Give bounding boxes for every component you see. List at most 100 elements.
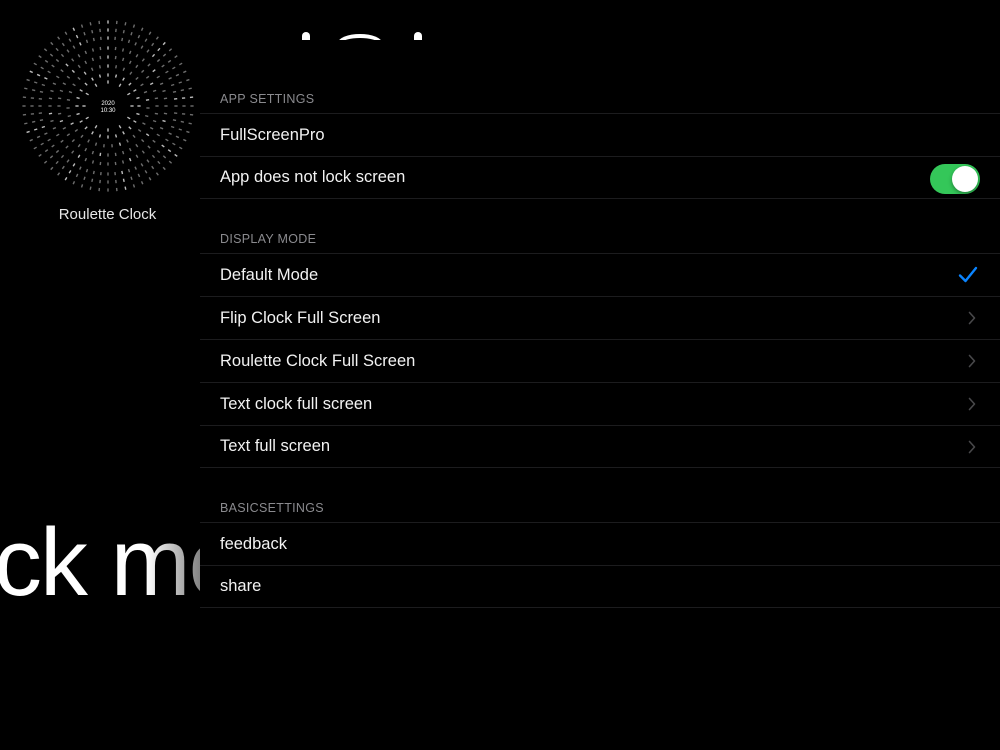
dial-tick [76,96,80,100]
dial-tick [77,76,81,81]
dial-tick [152,69,156,73]
dial-tick [94,142,98,146]
row-share[interactable]: share [200,565,1000,608]
dial-tick [70,122,74,125]
dial-tick [59,89,64,93]
dial-tick [168,132,172,135]
dial-tick [148,177,152,181]
dial-tick [77,154,81,158]
dial-tick [180,120,185,123]
dial-tick [41,83,46,87]
dial-tick [132,184,136,188]
row-text-clock-full-screen[interactable]: Text clock full screen [200,382,1000,425]
dial-tick [181,113,186,115]
dial-tick [72,180,76,185]
row-default-mode[interactable]: Default Mode [200,253,1000,296]
dial-tick [24,122,28,125]
lock-screen-toggle[interactable] [930,164,980,194]
settings-panel: APP SETTINGS FullScreenPro App does not … [200,40,1000,750]
dial-tick [121,170,124,175]
row-flip-clock-full-screen[interactable]: Flip Clock Full Screen [200,296,1000,339]
row-feedback[interactable]: feedback [200,522,1000,565]
dial-tick [135,154,139,158]
dial-tick [107,46,109,50]
dial-tick [72,45,76,49]
dial-tick [180,89,185,92]
dial-tick [170,125,175,129]
dial-tick [144,114,149,118]
dial-tick [68,170,72,174]
dial-tick [137,128,142,133]
dial-center-year: 2020 [101,101,115,107]
dial-tick [134,166,137,170]
dial-tick [55,58,60,63]
row-roulette-clock-full-screen[interactable]: Roulette Clock Full Screen [200,339,1000,382]
dial-tick [66,99,71,101]
dial-tick [136,96,140,100]
dial-tick [140,45,144,49]
dial-tick [91,160,95,164]
dial-tick [60,139,64,143]
dial-tick [167,59,172,63]
dial-tick [66,107,70,109]
dial-tick [22,105,26,107]
dial-tick [188,122,192,125]
dial-tick [129,71,133,75]
dial-tick [68,38,72,42]
row-text-full-screen[interactable]: Text full screen [200,425,1000,468]
dial-tick [79,166,82,170]
dial-tick [114,171,116,176]
dial-tick [115,187,118,192]
dial-tick [33,128,38,131]
dial-tick [133,89,137,92]
dial-tick [168,48,173,52]
dial-tick [38,98,43,100]
dial-tick [115,65,118,69]
roulette-clock-label: Roulette Clock [58,206,157,223]
dial-tick [114,55,117,60]
dial-tick [87,139,90,143]
dial-tick [107,162,109,166]
dial-tick [149,82,154,86]
dial-tick [121,160,125,164]
dial-tick [188,87,192,90]
dial-tick [82,105,86,107]
dial-tick [85,92,89,96]
dial-tick [64,177,68,181]
dial-tick [80,134,84,139]
dial-tick [75,173,79,178]
dial-tick [127,92,131,96]
dial-tick [137,34,141,39]
dial-tick [175,135,180,139]
dial-tick [65,63,69,67]
roulette-clock-thumbnail[interactable]: 2020 10:30 [20,18,196,194]
dial-tick [75,105,79,107]
dial-tick [107,188,109,192]
dial-tick [174,55,178,59]
dial-tick [161,64,165,68]
dial-tick [122,131,125,135]
dial-tick [31,120,36,123]
dial-tick [128,126,132,130]
dial-tick [145,75,150,79]
dial-tick [38,105,42,107]
dial-tick [135,76,139,81]
section-header-basic-settings: BASICSETTINGS [220,501,324,515]
dial-tick [33,62,37,66]
dial-tick [189,96,194,99]
dial-tick [135,143,139,148]
dial-tick [99,152,102,157]
dial-tick [39,119,44,122]
dial-tick [84,82,88,86]
dial-tick [98,20,101,25]
dial-tick [60,154,65,159]
row-fullscreenpro[interactable]: FullScreenPro [200,113,1000,156]
dial-tick [145,133,150,137]
dial-tick [68,90,73,94]
dial-tick [162,166,166,171]
dial-tick [85,39,89,44]
dial-tick [151,53,156,58]
dial-tick [36,135,41,139]
dial-tick [62,82,67,86]
dial-tick [141,150,145,154]
